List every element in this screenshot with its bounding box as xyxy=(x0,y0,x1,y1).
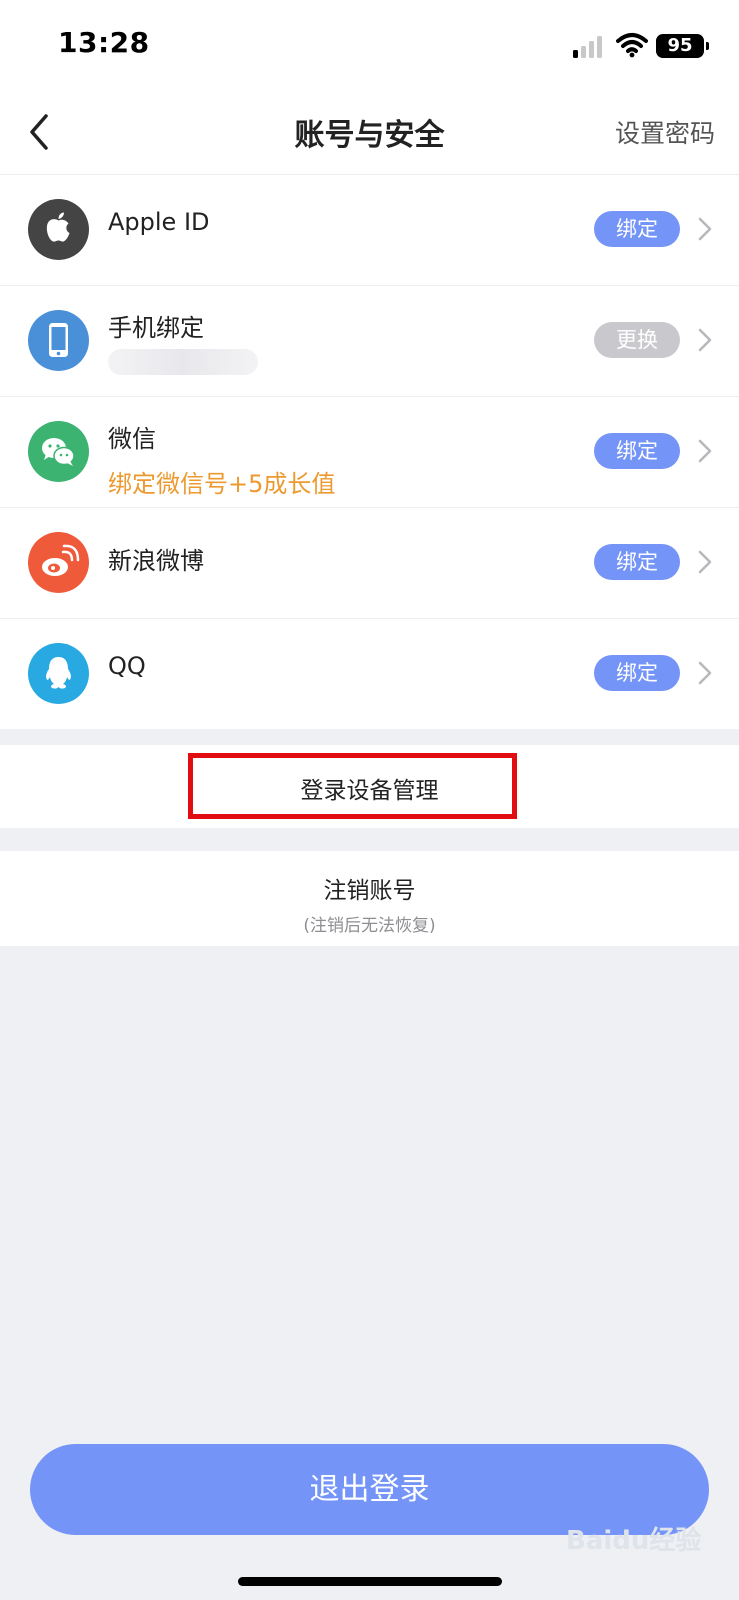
battery-level: 95 xyxy=(667,35,693,56)
chevron-right-icon xyxy=(698,550,712,574)
bind-apple-id-button[interactable]: 绑定 xyxy=(594,211,680,247)
wifi-icon xyxy=(616,33,648,58)
bind-qq-button[interactable]: 绑定 xyxy=(594,655,680,691)
nav-bar: 账号与安全 设置密码 xyxy=(0,90,739,175)
chevron-right-icon xyxy=(698,328,712,352)
chevron-right-icon xyxy=(698,217,712,241)
phone-binding-label: 手机绑定 xyxy=(108,314,204,342)
wechat-reward-hint: 绑定微信号+5成长值 xyxy=(108,470,336,498)
delete-account-note: (注销后无法恢复) xyxy=(303,916,436,936)
apple-icon xyxy=(28,199,89,260)
weibo-icon xyxy=(28,532,89,593)
battery-indicator: 95 xyxy=(656,34,709,58)
list-item-apple-id[interactable]: Apple ID 绑定 xyxy=(0,175,739,286)
chevron-right-icon xyxy=(698,439,712,463)
device-management-label: 登录设备管理 xyxy=(300,778,439,804)
chevron-right-icon xyxy=(698,661,712,685)
signal-icon xyxy=(573,36,605,58)
list-item-phone[interactable]: 手机绑定 更换 xyxy=(0,286,739,397)
back-button[interactable] xyxy=(24,110,64,154)
phone-number-blurred xyxy=(108,349,258,375)
home-indicator xyxy=(238,1577,502,1586)
phone-icon xyxy=(28,310,89,371)
battery-tip xyxy=(706,42,709,50)
bind-weibo-button[interactable]: 绑定 xyxy=(594,544,680,580)
list-item-qq[interactable]: QQ 绑定 xyxy=(0,619,739,729)
delete-account-item[interactable]: 注销账号 (注销后无法恢复) xyxy=(0,851,739,946)
wechat-icon xyxy=(28,421,89,482)
delete-account-label: 注销账号 xyxy=(323,878,416,904)
weibo-label: 新浪微博 xyxy=(108,547,204,575)
set-password-button[interactable]: 设置密码 xyxy=(615,114,715,150)
change-phone-button[interactable]: 更换 xyxy=(594,322,680,358)
qq-label: QQ xyxy=(108,652,146,680)
device-management-item[interactable]: 登录设备管理 xyxy=(0,745,739,828)
wechat-label: 微信 xyxy=(108,425,156,453)
account-binding-list: Apple ID 绑定 手机绑定 更换 微信 绑定微信号+5成长值 绑定 新浪微… xyxy=(0,175,739,729)
list-item-wechat[interactable]: 微信 绑定微信号+5成长值 绑定 xyxy=(0,397,739,508)
chevron-left-icon xyxy=(30,114,48,150)
qq-icon xyxy=(28,643,89,704)
list-item-weibo[interactable]: 新浪微博 绑定 xyxy=(0,508,739,619)
status-bar: 13:28 95 xyxy=(0,0,739,90)
status-time: 13:28 xyxy=(58,26,150,59)
apple-id-label: Apple ID xyxy=(108,208,210,236)
bind-wechat-button[interactable]: 绑定 xyxy=(594,433,680,469)
baidu-watermark: Baidu经验 xyxy=(566,1526,702,1556)
